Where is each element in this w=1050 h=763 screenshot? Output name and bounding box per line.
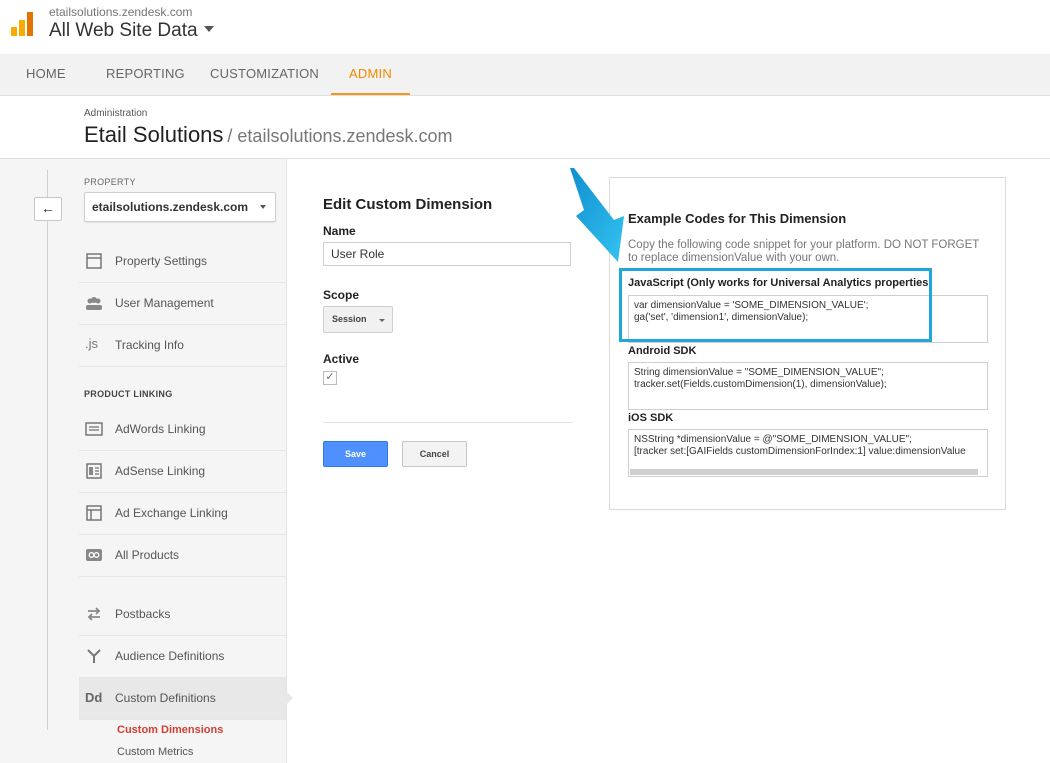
sidebar-item-all-products[interactable]: All Products	[79, 535, 286, 577]
sidebar-item-postbacks[interactable]: Postbacks	[79, 594, 286, 636]
caret-down-icon	[379, 319, 385, 322]
sidebar-item-label: Audience Definitions	[115, 649, 225, 663]
active-checkbox[interactable]: ✓	[323, 371, 337, 385]
breadcrumb[interactable]: Administration	[84, 108, 147, 119]
scope-select-value: Session	[332, 314, 367, 324]
ios-code-box[interactable]: NSString *dimensionValue = @"SOME_DIMENS…	[628, 429, 988, 477]
sidebar-item-adwords-linking[interactable]: AdWords Linking	[79, 409, 286, 451]
tab-home[interactable]: HOME	[26, 54, 66, 95]
top-header: etailsolutions.zendesk.com All Web Site …	[0, 0, 1050, 54]
javascript-highlight-box	[619, 268, 932, 342]
sidebar-item-label: AdSense Linking	[115, 464, 206, 478]
form-title: Edit Custom Dimension	[323, 196, 493, 213]
view-name: All Web Site Data	[49, 20, 198, 41]
link-icon	[86, 549, 102, 561]
users-icon	[86, 297, 102, 310]
name-input[interactable]	[323, 242, 571, 266]
form-divider	[323, 422, 573, 423]
scope-label: Scope	[323, 288, 360, 302]
ios-sdk-label: iOS SDK	[628, 412, 674, 424]
postbacks-icon	[87, 607, 101, 621]
back-arrow-icon: ←	[41, 200, 55, 216]
example-codes-description: Copy the following code snippet for your…	[628, 239, 980, 264]
code-line: String dimensionValue = "SOME_DIMENSION_…	[634, 367, 884, 378]
page-title: Etail Solutions / etailsolutions.zendesk.…	[84, 122, 453, 148]
code-line: tracker.set(Fields.customDimension(1), d…	[634, 379, 887, 390]
sidebar-item-tracking-info[interactable]: .js Tracking Info	[79, 325, 286, 367]
analytics-logo-icon[interactable]	[11, 12, 33, 36]
main-nav: HOME REPORTING CUSTOMIZATION ADMIN	[0, 54, 1050, 96]
sidebar-item-audience-definitions[interactable]: Audience Definitions	[79, 636, 286, 678]
annotation-arrow-icon	[570, 168, 624, 262]
property-label: PROPERTY	[84, 177, 136, 187]
tab-customization[interactable]: CUSTOMIZATION	[210, 54, 319, 95]
sidebar-item-label: User Management	[115, 296, 214, 310]
tab-reporting[interactable]: REPORTING	[106, 54, 185, 95]
tab-admin[interactable]: ADMIN	[331, 54, 410, 95]
sidebar-item-label: All Products	[115, 548, 180, 562]
sidebar-item-adsense-linking[interactable]: AdSense Linking	[79, 451, 286, 493]
adwords-icon	[85, 422, 103, 436]
property-subtitle: / etailsolutions.zendesk.com	[227, 126, 453, 146]
android-code-box[interactable]: String dimensionValue = "SOME_DIMENSION_…	[628, 362, 988, 410]
dd-icon: Dd	[85, 690, 103, 705]
sidebar-subitem-custom-metrics[interactable]: Custom Metrics	[117, 746, 193, 758]
scope-select[interactable]: Session	[323, 306, 393, 333]
sidebar-item-label: Tracking Info	[115, 338, 184, 352]
property-select-value: etailsolutions.zendesk.com	[92, 200, 249, 214]
column-divider-line	[47, 170, 48, 730]
save-button[interactable]: Save	[323, 441, 388, 467]
example-codes-title: Example Codes for This Dimension	[628, 211, 847, 226]
adsense-icon	[86, 463, 102, 479]
account-name: etailsolutions.zendesk.com	[49, 5, 193, 19]
account-title: Etail Solutions	[84, 122, 224, 147]
adexchange-icon	[86, 505, 102, 521]
title-bar: Administration Etail Solutions / etailsol…	[0, 96, 1050, 159]
horizontal-scrollbar[interactable]	[630, 469, 978, 475]
property-select[interactable]: etailsolutions.zendesk.com	[84, 192, 276, 222]
audience-icon	[87, 649, 101, 663]
sidebar-item-label: Property Settings	[115, 254, 208, 268]
caret-down-icon	[203, 25, 214, 32]
sidebar-item-custom-definitions[interactable]: Dd Custom Definitions	[79, 678, 286, 720]
caret-down-icon	[260, 205, 266, 209]
view-selector[interactable]: All Web Site Data	[49, 20, 214, 42]
sidebar-item-label: AdWords Linking	[115, 422, 206, 436]
active-item-pointer	[286, 691, 293, 705]
sidebar-subitem-custom-dimensions[interactable]: Custom Dimensions	[117, 724, 223, 736]
js-icon: .js	[85, 336, 98, 351]
sidebar-item-label: Ad Exchange Linking	[115, 506, 228, 520]
android-sdk-label: Android SDK	[628, 345, 697, 357]
code-line: NSString *dimensionValue = @"SOME_DIMENS…	[634, 434, 912, 445]
sidebar-item-ad-exchange-linking[interactable]: Ad Exchange Linking	[79, 493, 286, 535]
product-linking-heading: PRODUCT LINKING	[84, 389, 173, 399]
name-label: Name	[323, 224, 356, 238]
sidebar-item-property-settings[interactable]: Property Settings	[79, 241, 286, 283]
active-label: Active	[323, 352, 360, 366]
sidebar-item-label: Postbacks	[115, 607, 171, 621]
cancel-button[interactable]: Cancel	[402, 441, 467, 467]
code-line: [tracker set:[GAIFields customDimensionF…	[634, 446, 966, 457]
back-arrow-button[interactable]: ←	[34, 197, 62, 221]
page-icon	[86, 253, 102, 269]
sidebar-item-label: Custom Definitions	[115, 691, 216, 705]
sidebar-item-user-management[interactable]: User Management	[79, 283, 286, 325]
checkmark-icon: ✓	[325, 371, 335, 383]
